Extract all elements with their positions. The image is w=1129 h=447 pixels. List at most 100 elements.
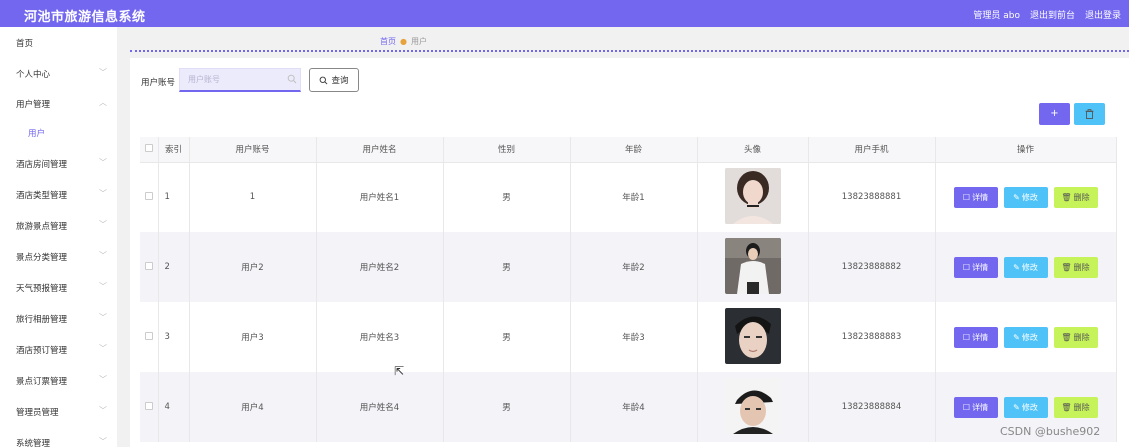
batch-delete-button[interactable] xyxy=(1074,103,1105,125)
row-checkbox[interactable] xyxy=(144,261,153,270)
pencil-icon: ✎ xyxy=(1013,332,1020,342)
delete-button[interactable]: 🗑 删除 xyxy=(1053,256,1098,278)
delete-label: 删除 xyxy=(1073,262,1090,272)
delete-label: 删除 xyxy=(1073,402,1090,412)
sidebar-item-ticket-booking[interactable]: 景点订票管理 ﹀ xyxy=(0,371,117,391)
row-checkbox[interactable] xyxy=(144,191,153,200)
sidebar-item-spot-category[interactable]: 景点分类管理 ﹀ xyxy=(0,247,117,267)
breadcrumb-home[interactable]: 首页 xyxy=(380,36,396,47)
avatar[interactable] xyxy=(724,237,781,294)
select-all-checkbox[interactable] xyxy=(144,143,153,152)
chevron-down-icon: ﹀ xyxy=(99,344,107,353)
column-header: 用户账号 xyxy=(189,137,317,163)
detail-button[interactable]: ☐ 详情 xyxy=(953,256,998,278)
chevron-down-icon: ﹀ xyxy=(99,406,107,415)
detail-button[interactable]: ☐ 详情 xyxy=(953,396,998,418)
sidebar-item-album[interactable]: 旅行相册管理 ﹀ xyxy=(0,309,117,329)
name-cell: 用户姓名2 xyxy=(316,232,444,302)
sidebar-item-personal-center[interactable]: 个人中心 ﹀ xyxy=(0,64,117,84)
query-button[interactable]: 查询 xyxy=(309,68,359,92)
row-checkbox-cell[interactable] xyxy=(140,232,159,302)
avatar-cell xyxy=(697,162,809,232)
query-label: 查询 xyxy=(331,76,349,86)
sidebar-item-hotel-type[interactable]: 酒店类型管理 ﹀ xyxy=(0,185,117,205)
detail-button[interactable]: ☐ 详情 xyxy=(953,326,998,348)
pencil-icon: ✎ xyxy=(1013,192,1020,202)
row-checkbox-cell[interactable] xyxy=(140,162,159,232)
actions-cell: ☐ 详情 ✎ 修改 🗑 删除 xyxy=(935,232,1117,302)
document-icon: ☐ xyxy=(962,192,971,202)
trash-icon: 🗑 xyxy=(1061,332,1072,342)
header-checkbox-cell[interactable] xyxy=(140,137,159,163)
avatar-male-closeup-image xyxy=(724,307,781,364)
age-cell: 年龄1 xyxy=(570,162,698,232)
row-checkbox-cell[interactable] xyxy=(140,302,159,372)
logout-link[interactable]: 退出登录 xyxy=(1085,8,1121,21)
sidebar-item-home[interactable]: 首页 xyxy=(0,33,117,53)
sidebar-item-hotel-booking[interactable]: 酒店预订管理 ﹀ xyxy=(0,340,117,360)
avatar-cell xyxy=(697,302,809,372)
search-input[interactable] xyxy=(179,68,301,92)
app-title: 河池市旅游信息系统 xyxy=(24,10,146,25)
delete-button[interactable]: 🗑 删除 xyxy=(1053,186,1098,208)
avatar[interactable] xyxy=(724,307,781,364)
row-checkbox[interactable] xyxy=(144,401,153,410)
sidebar-item-admin-management[interactable]: 管理员管理 ﹀ xyxy=(0,402,117,422)
account-cell: 用户2 xyxy=(189,232,317,302)
delete-button[interactable]: 🗑 删除 xyxy=(1053,396,1098,418)
age-cell: 年龄4 xyxy=(570,372,698,442)
chevron-down-icon: ﹀ xyxy=(99,220,107,229)
sidebar-item-system[interactable]: 系统管理 ﹀ xyxy=(0,433,117,447)
content-panel: 用户账号 查询 + xyxy=(130,58,1129,447)
sidebar-subitem-user[interactable]: 用户 xyxy=(0,123,117,143)
delete-label: 删除 xyxy=(1073,192,1090,202)
sidebar-item-label: 酒店类型管理 xyxy=(16,191,68,201)
sidebar-item-scenic-spot[interactable]: 旅游景点管理 ﹀ xyxy=(0,216,117,236)
table-row: 3 用户3 用户姓名3 男 年龄3 13823888883 ☐ 详情 ✎ 修改 … xyxy=(140,302,1117,372)
avatar[interactable] xyxy=(724,167,781,224)
row-checkbox-cell[interactable] xyxy=(140,372,159,442)
breadcrumb: 首页 ● 用户 xyxy=(380,36,427,47)
delete-label: 删除 xyxy=(1073,332,1090,342)
chevron-down-icon: ﹀ xyxy=(99,158,107,167)
edit-button[interactable]: ✎ 修改 xyxy=(1003,256,1048,278)
sidebar-item-hotel-room[interactable]: 酒店房间管理 ﹀ xyxy=(0,154,117,174)
edit-button[interactable]: ✎ 修改 xyxy=(1003,326,1048,348)
edit-button[interactable]: ✎ 修改 xyxy=(1003,186,1048,208)
sidebar-item-label: 天气预报管理 xyxy=(16,284,68,294)
column-header: 操作 xyxy=(935,137,1117,163)
sidebar-item-user-management[interactable]: 用户管理 ︿ xyxy=(0,94,117,114)
table-row: 2 用户2 用户姓名2 男 年龄2 13823888882 ☐ 详情 ✎ 修改 … xyxy=(140,232,1117,302)
column-header: 用户姓名 xyxy=(316,137,444,163)
edit-label: 修改 xyxy=(1021,262,1038,272)
sidebar-item-label: 个人中心 xyxy=(16,70,51,80)
trash-icon xyxy=(1085,109,1094,119)
detail-button[interactable]: ☐ 详情 xyxy=(953,186,998,208)
chevron-down-icon: ﹀ xyxy=(99,282,107,291)
row-checkbox[interactable] xyxy=(144,331,153,340)
chevron-down-icon: ﹀ xyxy=(99,375,107,384)
sidebar-item-label: 酒店房间管理 xyxy=(16,160,68,170)
sidebar-item-label: 用户管理 xyxy=(16,100,51,110)
avatar-female-image xyxy=(724,167,781,224)
phone-cell: 13823888884 xyxy=(808,372,936,442)
column-header: 用户手机 xyxy=(808,137,936,163)
index-cell: 1 xyxy=(158,162,190,232)
avatar[interactable] xyxy=(724,377,781,434)
edit-button[interactable]: ✎ 修改 xyxy=(1003,396,1048,418)
account-cell: 1 xyxy=(189,162,317,232)
back-to-frontend-link[interactable]: 退出到前台 xyxy=(1030,8,1075,21)
search-icon xyxy=(287,74,297,84)
sidebar-item-label: 酒店预订管理 xyxy=(16,346,68,356)
index-cell: 2 xyxy=(158,232,190,302)
add-button[interactable]: + xyxy=(1039,103,1070,125)
breadcrumb-bar: 首页 ● 用户 xyxy=(130,27,1129,52)
column-header: 年龄 xyxy=(570,137,698,163)
breadcrumb-current: 用户 xyxy=(410,37,427,46)
delete-button[interactable]: 🗑 删除 xyxy=(1053,326,1098,348)
trash-icon: 🗑 xyxy=(1061,402,1072,412)
sidebar-item-weather[interactable]: 天气预报管理 ﹀ xyxy=(0,278,117,298)
name-cell: 用户姓名4 xyxy=(316,372,444,442)
users-table: 索引 用户账号 用户姓名 性别 年龄 头像 用户手机 操作 1 1 用户姓名1 xyxy=(140,137,1117,442)
avatar-male-white-shirt-image xyxy=(724,237,781,294)
